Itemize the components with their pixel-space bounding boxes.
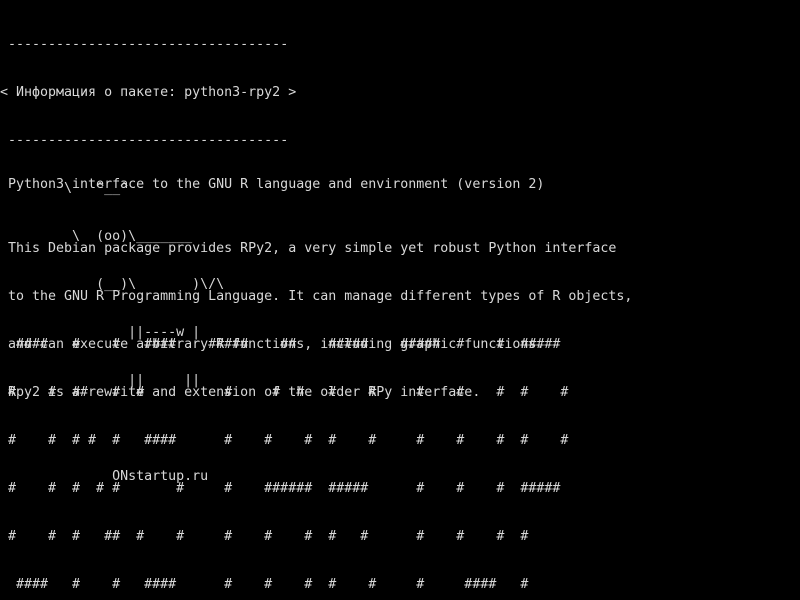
- terminal-screen[interactable]: ----------------------------------- < Ин…: [0, 0, 800, 600]
- banner-line: # # ## # # # # # # # # # # # #: [8, 385, 569, 400]
- banner-line: # # # ## # # # # # # # # # # #: [8, 529, 529, 544]
- speech-bubble-top-border: -----------------------------------: [0, 37, 289, 52]
- banner-line: # # # # # # # ###### ##### # # # #####: [8, 481, 561, 496]
- banner-line: #### # # #### # # # # # # #### #: [8, 577, 529, 592]
- banner-line: # # # # # #### # # # # # # # # # #: [8, 433, 569, 448]
- onstartup-ascii-banner: #### # # #### ##### ## ##### ##### # # #…: [8, 305, 568, 600]
- speech-bubble-title: < Информация о пакете: python3-rpy2 >: [0, 85, 297, 100]
- banner-line: #### # # #### ##### ## ##### ##### # # #…: [8, 337, 561, 352]
- speech-bubble-bottom-border: -----------------------------------: [0, 133, 289, 148]
- description-line: to the GNU R Programming Language. It ca…: [8, 289, 633, 304]
- description-line: This Debian package provides RPy2, a ver…: [8, 241, 617, 256]
- package-summary: Python3 interface to the GNU R language …: [8, 177, 545, 192]
